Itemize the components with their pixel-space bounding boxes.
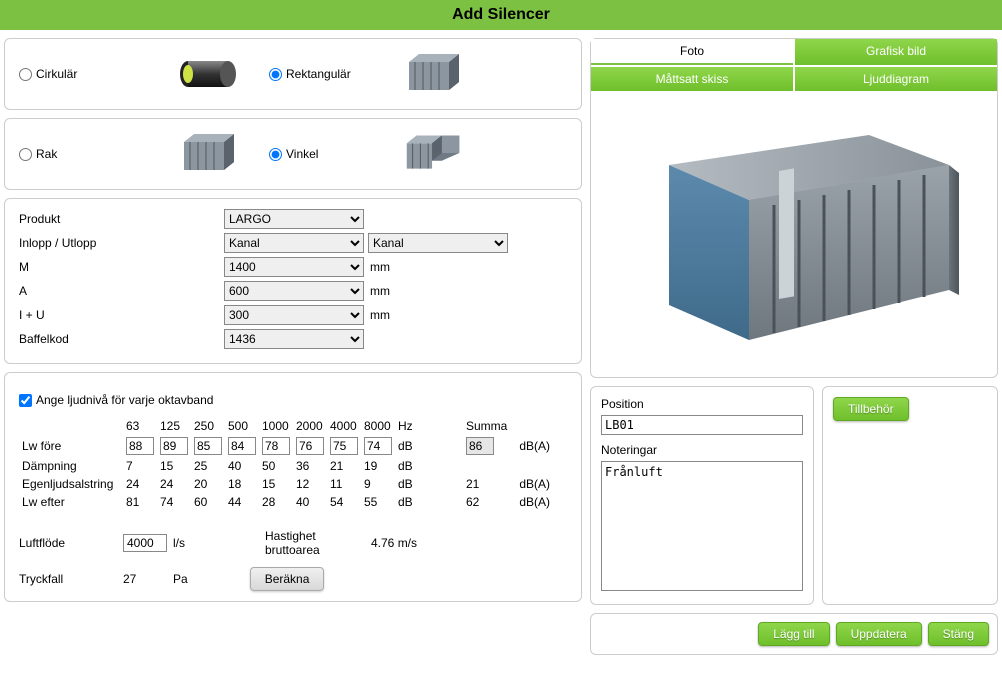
label-velocity: Hastighet bruttoarea [265,529,365,557]
accessories-button[interactable]: Tillbehör [833,397,909,421]
label-position: Position [601,397,803,411]
label-airflow: Luftflöde [19,536,123,550]
label-notes: Noteringar [601,443,803,457]
label-product: Produkt [19,212,224,226]
input-lw-before-250[interactable] [194,437,222,455]
notes-panel: Position Noteringar [590,386,814,605]
checkbox-octave[interactable] [19,394,32,407]
calculate-button[interactable]: Beräkna [250,567,325,591]
tab-photo[interactable]: Foto [591,39,793,65]
orientation-panel: Rak Vinkel [4,118,582,190]
value-velocity: 4.76 m/s [371,536,417,550]
preview-panel: Foto Grafisk bild Måttsatt skiss Ljuddia… [590,38,998,378]
close-button[interactable]: Stäng [928,622,989,646]
unit-iu: mm [370,308,390,322]
select-outlet[interactable]: Kanal [368,233,508,253]
unit-m: mm [370,260,390,274]
unit-a: mm [370,284,390,298]
thumb-angle [399,129,469,179]
label-inout: Inlopp / Utlopp [19,236,224,250]
input-lw-before-8000[interactable] [364,437,392,455]
page-title: Add Silencer [0,0,1002,30]
update-button[interactable]: Uppdatera [836,622,922,646]
select-a[interactable]: 600 [224,281,364,301]
label-iu: I + U [19,308,224,322]
value-pressure: 27 [123,572,173,586]
sound-table: 631252505001000200040008000HzSummaLw för… [19,417,553,511]
thumb-circular [149,49,269,99]
unit-airflow: l/s [173,536,185,550]
accessories-panel: Tillbehör [822,386,998,605]
radio-straight-label: Rak [36,147,57,161]
label-m: M [19,260,224,274]
shape-panel: Cirkulär Rektangulär [4,38,582,110]
select-inlet[interactable]: Kanal [224,233,364,253]
textarea-notes[interactable] [601,461,803,591]
select-baffle[interactable]: 1436 [224,329,364,349]
input-lw-before-125[interactable] [160,437,188,455]
input-lw-before-4000[interactable] [330,437,358,455]
tab-graphic[interactable]: Grafisk bild [795,39,997,65]
input-position[interactable] [601,415,803,435]
select-iu[interactable]: 300 [224,305,364,325]
sound-panel: Ange ljudnivå för varje oktavband 631252… [4,372,582,602]
select-m[interactable]: 1400 [224,257,364,277]
input-airflow[interactable] [123,534,167,552]
label-pressure: Tryckfall [19,572,123,586]
label-a: A [19,284,224,298]
input-lw-before-1000[interactable] [262,437,290,455]
select-product[interactable]: LARGO [224,209,364,229]
radio-circular-label: Cirkulär [36,67,77,81]
form-panel: Produkt LARGO Inlopp / Utlopp Kanal Kana… [4,198,582,364]
radio-angle-label: Vinkel [286,147,318,161]
tab-dim-sketch[interactable]: Måttsatt skiss [591,67,793,91]
product-photo [609,105,979,365]
unit-pressure: Pa [173,572,188,586]
radio-straight[interactable] [19,148,32,161]
sum-lw-before [466,437,494,455]
thumb-rectangular [399,49,469,99]
input-lw-before-63[interactable] [126,437,154,455]
input-lw-before-2000[interactable] [296,437,324,455]
label-baffle: Baffelkod [19,332,224,346]
radio-angle[interactable] [269,148,282,161]
thumb-straight [149,129,269,179]
radio-circular[interactable] [19,68,32,81]
checkbox-octave-label: Ange ljudnivå för varje oktavband [36,393,213,407]
action-bar: Lägg till Uppdatera Stäng [590,613,998,655]
radio-rectangular[interactable] [269,68,282,81]
tab-sound-diagram[interactable]: Ljuddiagram [795,67,997,91]
add-button[interactable]: Lägg till [758,622,829,646]
radio-rectangular-label: Rektangulär [286,67,351,81]
input-lw-before-500[interactable] [228,437,256,455]
